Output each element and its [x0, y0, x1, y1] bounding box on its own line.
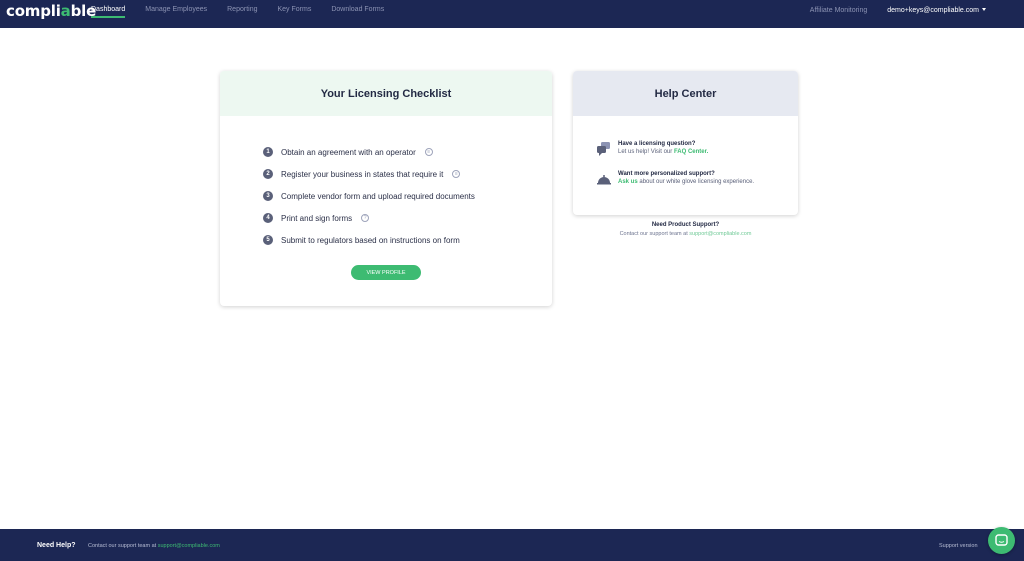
product-support: Need Product Support? Contact our suppor… — [573, 222, 798, 237]
top-navbar: compliable Dashboard Manage Employees Re… — [0, 0, 1024, 28]
checklist-item: 5 Submit to regulators based on instruct… — [263, 229, 475, 251]
help-q2-title: Want more personalized support? — [618, 171, 715, 177]
chat-icon — [995, 534, 1008, 546]
footer-contact: Contact our support team at support@comp… — [88, 543, 220, 549]
checklist-item: 2 Register your business in states that … — [263, 163, 475, 185]
help-center-card: Help Center Have a licensing question? L… — [573, 71, 798, 215]
checklist-item: 1 Obtain an agreement with an operator ≡ — [263, 141, 475, 163]
footer-need-help: Need Help? — [37, 542, 76, 549]
compliable-logo[interactable]: compliable — [6, 2, 96, 20]
footer: Need Help? Contact our support team at s… — [0, 529, 1024, 561]
user-email: demo+keys@compliable.com — [887, 6, 979, 14]
licensing-checklist-card: Your Licensing Checklist 1 Obtain an agr… — [220, 71, 552, 306]
step-text: Print and sign forms — [281, 213, 353, 223]
step-number: 4 — [263, 213, 273, 223]
nav-links: Dashboard Manage Employees Reporting Key… — [91, 0, 404, 28]
caret-down-icon — [982, 8, 986, 12]
step-text: Complete vendor form and upload required… — [281, 191, 475, 201]
nav-key-forms[interactable]: Key Forms — [277, 0, 311, 28]
chat-bubbles-icon — [597, 142, 610, 156]
footer-version: Support version — [939, 543, 978, 549]
support-title: Need Product Support? — [651, 222, 720, 228]
licensing-question-item: Have a licensing question? Let us help! … — [597, 141, 708, 156]
help-q2-desc: Ask us about our white glove licensing e… — [618, 179, 755, 185]
view-profile-button[interactable]: VIEW PROFILE — [351, 265, 421, 280]
nav-reporting[interactable]: Reporting — [227, 0, 257, 28]
checklist-list: 1 Obtain an agreement with an operator ≡… — [263, 141, 475, 251]
step-number: 3 — [263, 191, 273, 201]
support-email-link[interactable]: support@compliable.com — [689, 231, 751, 237]
checklist-item: 3 Complete vendor form and upload requir… — [263, 185, 475, 207]
ask-us-link[interactable]: Ask us — [618, 179, 638, 185]
personalized-support-item: Want more personalized support? Ask us a… — [597, 171, 754, 186]
checklist-item: 4 Print and sign forms ? — [263, 207, 475, 229]
faq-center-link[interactable]: FAQ Center. — [674, 149, 708, 155]
chat-launcher-button[interactable] — [988, 527, 1015, 554]
nav-manage-employees[interactable]: Manage Employees — [145, 0, 207, 28]
step-text: Obtain an agreement with an operator — [281, 147, 416, 157]
help-q1-title: Have a licensing question? — [618, 141, 696, 147]
help-center-title: Help Center — [573, 71, 798, 116]
step-number: 2 — [263, 169, 273, 179]
chat-icon[interactable]: ≡ — [424, 148, 433, 156]
footer-email-link[interactable]: support@compliable.com — [158, 543, 220, 549]
step-number: 5 — [263, 235, 273, 245]
step-text: Register your business in states that re… — [281, 169, 444, 179]
nav-affiliate-monitoring[interactable]: Affiliate Monitoring — [810, 7, 867, 14]
service-bell-icon — [597, 175, 611, 185]
user-menu[interactable]: demo+keys@compliable.com — [887, 7, 986, 14]
help-q1-desc: Let us help! Visit our FAQ Center. — [618, 149, 709, 155]
step-text: Submit to regulators based on instructio… — [281, 235, 460, 245]
checklist-title: Your Licensing Checklist — [220, 71, 552, 116]
help-icon[interactable]: ? — [361, 214, 370, 222]
support-desc: Contact our support team at support@comp… — [619, 231, 752, 237]
nav-download-forms[interactable]: Download Forms — [331, 0, 384, 28]
nav-right: Affiliate Monitoring demo+keys@compliabl… — [810, 0, 986, 20]
chat-icon[interactable]: ≡ — [452, 170, 461, 178]
step-number: 1 — [263, 147, 273, 157]
nav-dashboard[interactable]: Dashboard — [91, 0, 126, 28]
